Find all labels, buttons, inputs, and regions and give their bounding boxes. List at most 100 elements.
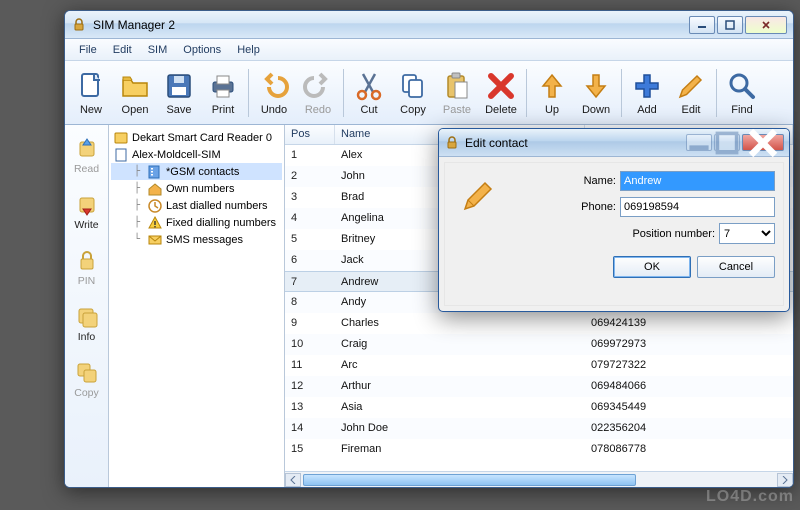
toolbar-label: Cut [360, 104, 377, 116]
minimize-button[interactable] [689, 16, 715, 34]
save-button[interactable]: Save [157, 65, 201, 121]
find-button[interactable]: Find [720, 65, 764, 121]
redo-icon [302, 70, 334, 102]
toolbar-label: Open [122, 104, 149, 116]
cut-button[interactable]: Cut [347, 65, 391, 121]
toolbar-label: Edit [682, 104, 701, 116]
redo-button: Redo [296, 65, 340, 121]
toolbar-label: Save [166, 104, 191, 116]
edit-contact-dialog: Edit contact Name: Phone: Position numbe… [438, 128, 790, 312]
col-pos[interactable]: Pos [285, 125, 335, 144]
sim-read-icon [75, 137, 99, 161]
new-button[interactable]: New [69, 65, 113, 121]
tree-item-0[interactable]: ├*GSM contacts [111, 163, 282, 180]
toolbar-label: Add [637, 104, 657, 116]
dialog-maximize-button [714, 134, 740, 151]
tree-item-4[interactable]: └SMS messages [111, 231, 282, 248]
horizontal-scrollbar[interactable] [285, 471, 793, 487]
scroll-left-arrow[interactable] [285, 473, 301, 487]
cancel-button[interactable]: Cancel [697, 256, 775, 278]
table-row[interactable]: 9Charles069424139 [285, 313, 793, 334]
new-file-icon [75, 70, 107, 102]
delete-icon [485, 70, 517, 102]
undo-icon [258, 70, 290, 102]
paste-icon [441, 70, 473, 102]
watermark: LO4D.com [706, 488, 794, 506]
name-label: Name: [584, 175, 616, 187]
close-button[interactable] [745, 16, 787, 34]
tree-item-3[interactable]: ├Fixed dialling numbers [111, 214, 282, 231]
arrow-down-icon [580, 70, 612, 102]
scroll-thumb[interactable] [303, 474, 636, 486]
ok-button[interactable]: OK [613, 256, 691, 278]
pencil-icon [453, 171, 501, 297]
copy-icon [397, 70, 429, 102]
sidebar-write-button[interactable]: Write [67, 185, 107, 239]
table-row[interactable]: 13Asia069345449 [285, 397, 793, 418]
tree-panel: Dekart Smart Card Reader 0Alex-Moldcell-… [109, 125, 285, 487]
name-input[interactable] [620, 171, 775, 191]
toolbar-label: Print [212, 104, 235, 116]
tree-item-2[interactable]: ├Last dialled numbers [111, 197, 282, 214]
sim-icon [113, 147, 129, 163]
copy-button[interactable]: Copy [391, 65, 435, 121]
sidebar-pin-button: PIN [67, 241, 107, 295]
menu-file[interactable]: File [71, 41, 105, 59]
sim-pin-icon [75, 249, 99, 273]
sim-write-icon [75, 193, 99, 217]
printer-icon [207, 70, 239, 102]
table-row[interactable]: 14John Doe022356204 [285, 418, 793, 439]
open-folder-icon [119, 70, 151, 102]
tree-sim[interactable]: Alex-Moldcell-SIM [111, 146, 282, 163]
menu-options[interactable]: Options [175, 41, 229, 59]
position-select[interactable]: 7 [719, 223, 775, 244]
open-button[interactable]: Open [113, 65, 157, 121]
cut-icon [353, 70, 385, 102]
sidebar-read-button: Read [67, 129, 107, 183]
contacts-icon [147, 164, 163, 180]
dialog-minimize-button [686, 134, 712, 151]
table-row[interactable]: 12Arthur069484066 [285, 376, 793, 397]
tree-item-1[interactable]: ├Own numbers [111, 180, 282, 197]
sim-info-icon [75, 305, 99, 329]
edit-button[interactable]: Edit [669, 65, 713, 121]
up-button[interactable]: Up [530, 65, 574, 121]
position-label: Position number: [632, 228, 715, 240]
tree-root[interactable]: Dekart Smart Card Reader 0 [111, 129, 282, 146]
menu-bar: File Edit SIM Options Help [65, 39, 793, 61]
scroll-right-arrow[interactable] [777, 473, 793, 487]
down-button[interactable]: Down [574, 65, 618, 121]
print-button[interactable]: Print [201, 65, 245, 121]
home-icon [147, 181, 163, 197]
menu-sim[interactable]: SIM [140, 41, 176, 59]
menu-help[interactable]: Help [229, 41, 268, 59]
save-disk-icon [163, 70, 195, 102]
menu-edit[interactable]: Edit [105, 41, 140, 59]
clock-icon [147, 198, 163, 214]
toolbar-label: Up [545, 104, 559, 116]
undo-button[interactable]: Undo [252, 65, 296, 121]
toolbar-label: Paste [443, 104, 471, 116]
dialog-lock-icon [444, 135, 460, 151]
title-bar[interactable]: SIM Manager 2 [65, 11, 793, 39]
magnifier-icon [726, 70, 758, 102]
add-button[interactable]: Add [625, 65, 669, 121]
dialog-title-bar[interactable]: Edit contact [439, 129, 789, 157]
window-title: SIM Manager 2 [93, 18, 689, 32]
table-row[interactable]: 10Craig069972973 [285, 334, 793, 355]
toolbar-label: New [80, 104, 102, 116]
arrow-up-icon [536, 70, 568, 102]
table-row[interactable]: 15Fireman078086778 [285, 439, 793, 460]
toolbar: New Open Save Print Undo Redo Cut Copy Paste Dele… [65, 61, 793, 125]
envelope-icon [147, 232, 163, 248]
table-row[interactable]: 11Arc079727322 [285, 355, 793, 376]
maximize-button[interactable] [717, 16, 743, 34]
toolbar-label: Redo [305, 104, 331, 116]
delete-button[interactable]: Delete [479, 65, 523, 121]
app-lock-icon [71, 17, 87, 33]
warning-icon [147, 215, 163, 231]
dialog-close-button[interactable] [742, 134, 784, 151]
sidebar-copy-button: Copy [67, 353, 107, 407]
phone-input[interactable] [620, 197, 775, 217]
sidebar-info-button[interactable]: Info [67, 297, 107, 351]
